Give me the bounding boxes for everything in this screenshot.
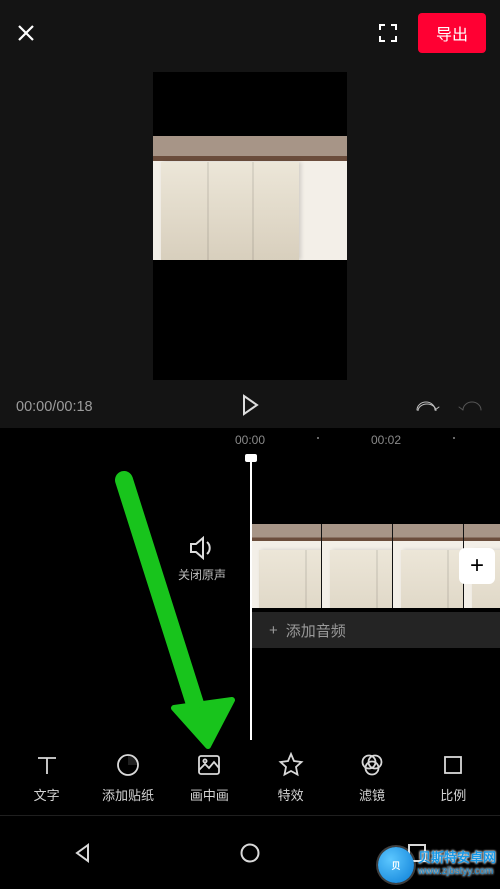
top-bar-right: 导出 [376,13,486,53]
add-audio-button[interactable]: + 添加音频 [251,612,500,648]
tool-label: 文字 [34,785,60,804]
redo-button[interactable] [458,395,484,419]
top-bar: 导出 [0,0,500,66]
triangle-back-icon [72,842,94,864]
tool-pip[interactable]: 画中画 [169,752,250,804]
fullscreen-button[interactable] [376,21,400,45]
undo-redo-group [414,395,484,419]
transport-bar: 00:00/00:18 [0,386,500,428]
speaker-icon [189,536,215,560]
effect-icon [278,752,304,778]
plus-icon: + [269,622,278,639]
tool-text[interactable]: 文字 [6,752,87,804]
tool-sticker[interactable]: 添加贴纸 [87,752,168,804]
redo-icon [458,395,484,415]
tool-label: 比例 [440,785,466,804]
top-bar-left [14,21,38,45]
system-nav-bar [0,815,500,889]
playhead[interactable] [250,458,252,740]
ratio-icon [440,752,466,778]
tool-filter[interactable]: 滤镜 [331,752,412,804]
text-icon [34,752,60,778]
timeline-ruler[interactable]: 00:00 00:02 [0,428,500,454]
preview-frame-image [153,136,347,260]
time-display: 00:00/00:18 [16,399,93,415]
close-button[interactable] [14,21,38,45]
ruler-tick-0: 00:00 [235,433,265,447]
add-audio-label: 添加音频 [286,620,346,641]
add-clip-button[interactable]: + [459,548,495,584]
clip-thumbnail [322,524,393,608]
pip-icon [196,752,222,778]
tool-effect[interactable]: 特效 [250,752,331,804]
tool-ratio[interactable]: 比例 [413,752,494,804]
sticker-icon [115,752,141,778]
ruler-dot [453,437,455,439]
ruler-dot [317,437,319,439]
undo-button[interactable] [414,395,440,419]
nav-recent-button[interactable] [403,839,431,867]
play-button[interactable] [240,394,260,420]
bottom-toolbar: 文字 添加贴纸 画中画 特效 滤镜 比例 [0,740,500,816]
tool-label: 滤镜 [359,785,385,804]
filter-icon [359,752,385,778]
close-icon [15,22,37,44]
undo-icon [414,395,440,415]
circle-home-icon [239,842,261,864]
clip-thumbnail [251,524,322,608]
clip-thumbnail [393,524,464,608]
square-recent-icon [406,842,428,864]
fullscreen-icon [377,22,399,44]
play-icon [240,394,260,416]
tool-label: 添加贴纸 [102,785,154,804]
tool-label: 特效 [278,785,304,804]
export-button[interactable]: 导出 [418,13,486,53]
ruler-tick-1: 00:02 [371,433,401,447]
tool-label: 画中画 [190,785,229,804]
nav-home-button[interactable] [236,839,264,867]
mute-original-button[interactable]: 关闭原声 [166,536,238,583]
nav-back-button[interactable] [69,839,97,867]
mute-label: 关闭原声 [166,566,238,583]
preview-area [0,66,500,386]
video-preview[interactable] [153,72,347,380]
